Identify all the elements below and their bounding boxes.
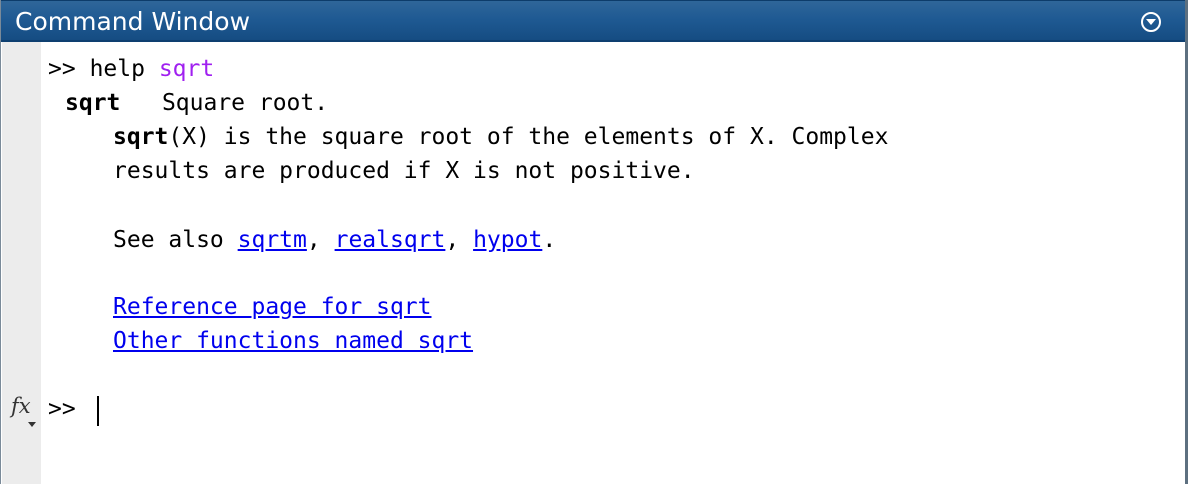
help-description-rest: (X) is the square root of the elements o… xyxy=(168,124,889,150)
fx-icon[interactable]: fx xyxy=(11,394,31,418)
see-also-link-sqrtm[interactable]: sqrtm xyxy=(238,227,307,253)
see-also-link-hypot[interactable]: hypot xyxy=(473,227,542,253)
reference-page-link[interactable]: Reference page for sqrt xyxy=(113,290,432,324)
command-line: >> help sqrt xyxy=(48,52,214,86)
prompt-symbol: >> xyxy=(48,56,76,82)
text-cursor xyxy=(97,396,99,426)
help-function-name: sqrt xyxy=(65,90,121,116)
help-description-fn: sqrt xyxy=(113,124,169,150)
command-window: Command Window >> help sqrt sqrt Square … xyxy=(0,0,1188,484)
other-functions-link[interactable]: Other functions named sqrt xyxy=(113,324,473,358)
fx-dropdown-arrow-icon[interactable] xyxy=(28,422,36,427)
title-bar: Command Window xyxy=(1,0,1185,42)
command-argument: sqrt xyxy=(158,56,215,82)
active-prompt: >> xyxy=(48,396,76,422)
command-output[interactable]: >> help sqrt sqrt Square root. sqrt(X) i… xyxy=(41,42,1185,484)
help-summary: Square root. xyxy=(161,90,329,116)
see-also-label: See also xyxy=(113,227,224,253)
see-also-link-realsqrt[interactable]: realsqrt xyxy=(335,227,446,253)
help-description-line-2: results are produced if X is not positiv… xyxy=(113,158,695,184)
help-header: sqrt Square root. xyxy=(65,86,328,120)
circle-chevron-down-icon[interactable] xyxy=(1141,12,1161,32)
command-keyword: help xyxy=(89,56,145,82)
see-also-line: See also sqrtm, realsqrt, hypot. xyxy=(113,227,557,253)
help-description-line-1: sqrt(X) is the square root of the elemen… xyxy=(113,120,888,154)
window-title: Command Window xyxy=(15,7,251,36)
